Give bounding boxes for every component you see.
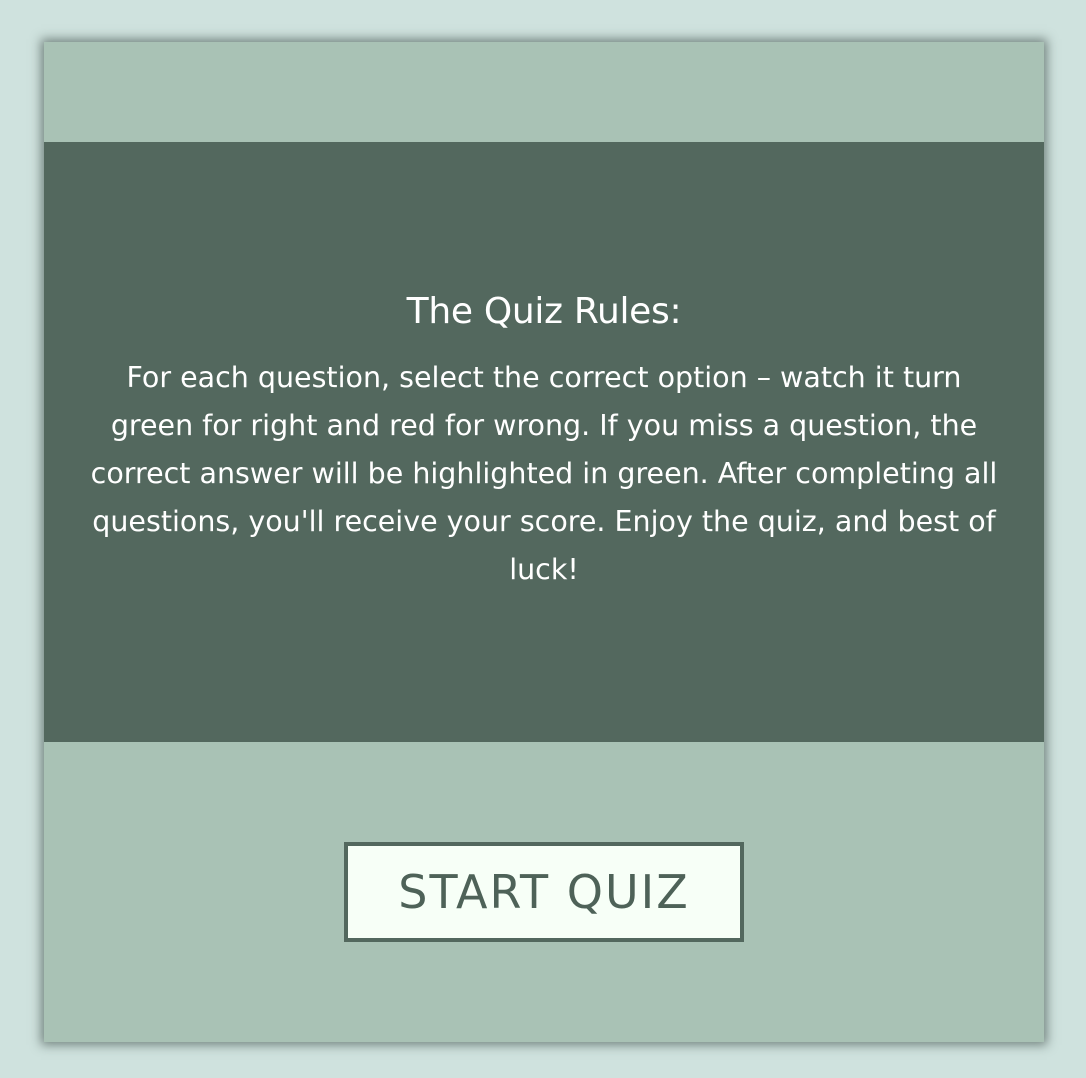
- rules-text: For each question, select the correct op…: [90, 360, 998, 586]
- rules-panel: The Quiz Rules: For each question, selec…: [44, 142, 1044, 742]
- start-quiz-button[interactable]: START QUIZ: [344, 842, 744, 942]
- rules-title: The Quiz Rules:: [406, 291, 682, 333]
- quiz-card: The Quiz Rules: For each question, selec…: [44, 42, 1044, 1042]
